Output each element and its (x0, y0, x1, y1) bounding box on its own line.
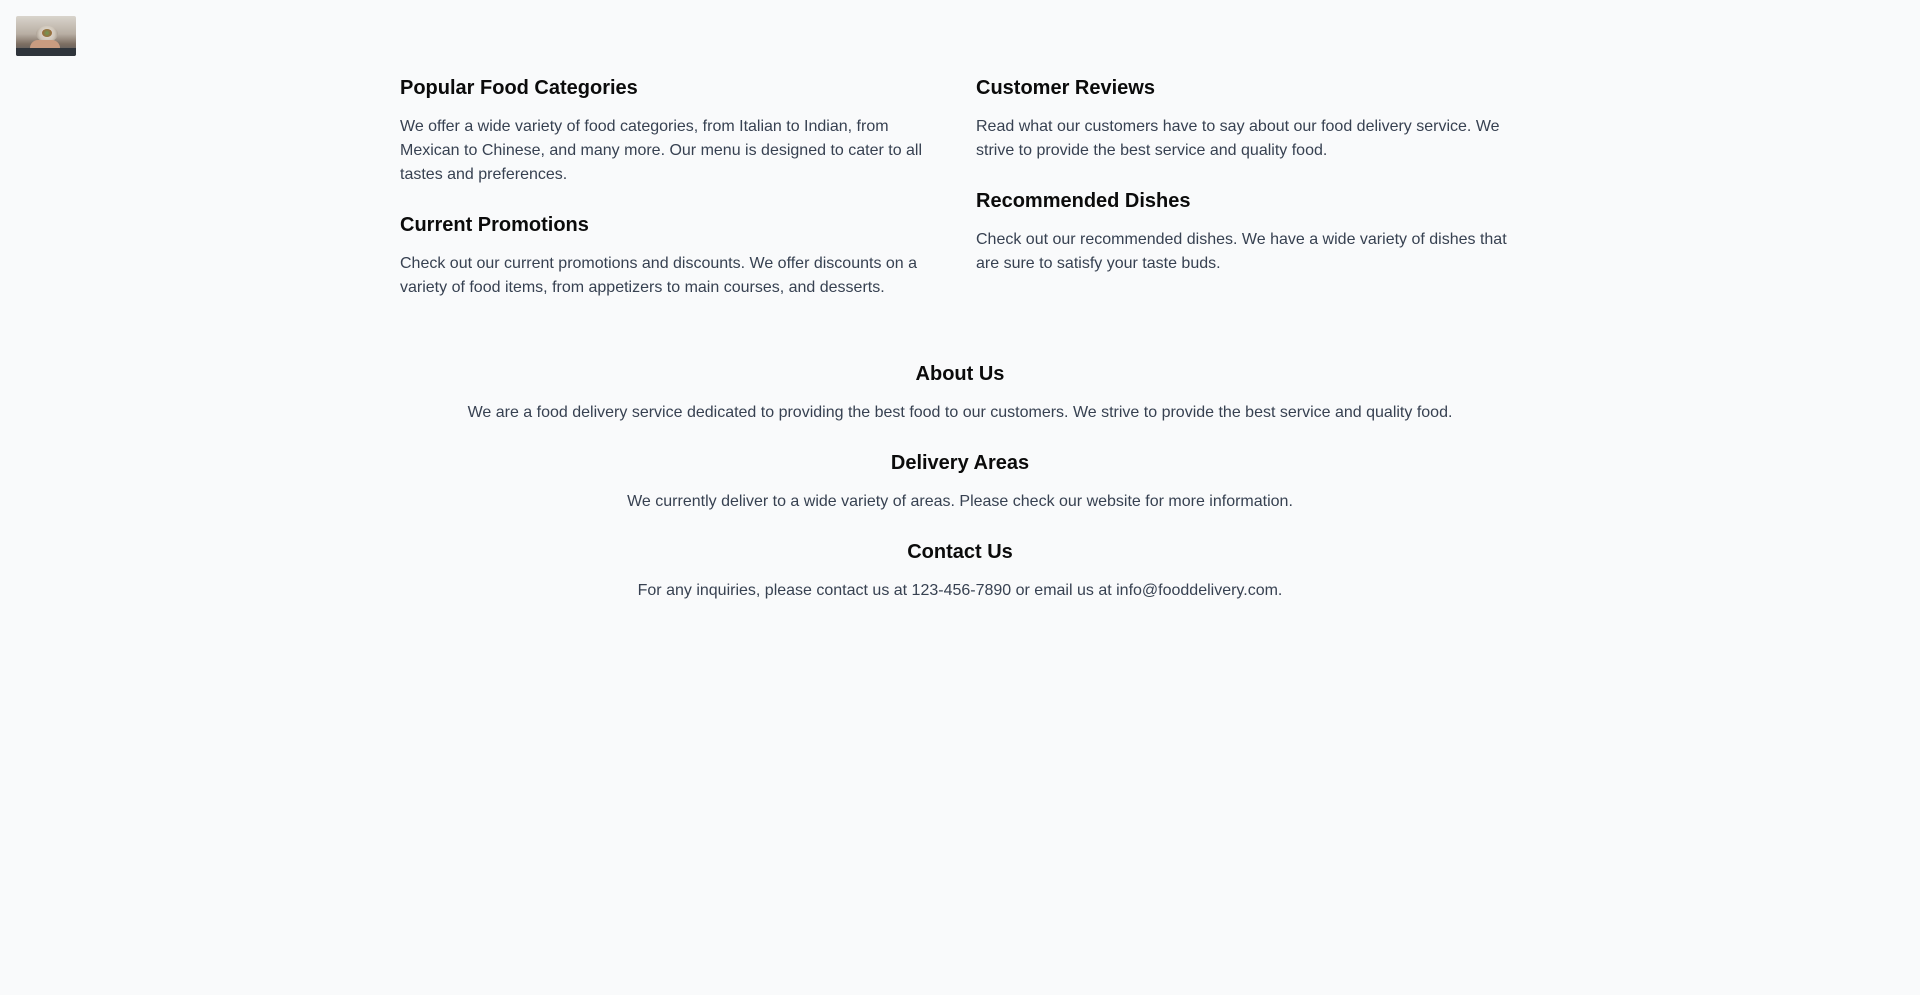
customer-reviews-section: Customer Reviews Read what our customers… (976, 74, 1512, 163)
section-title: Current Promotions (400, 214, 589, 236)
current-promotions-section: Current Promotions Check out our current… (400, 211, 936, 300)
logo-base-graphic (16, 48, 76, 56)
section-title: Delivery Areas (890, 452, 1030, 474)
recommended-dishes-section: Recommended Dishes Check out our recomme… (976, 187, 1512, 276)
section-text: We currently deliver to a wide variety o… (627, 493, 1293, 510)
info-blocks: About Us We are a food delivery service … (400, 360, 1520, 603)
section-text: Read what our customers have to say abou… (976, 118, 1500, 159)
section-title: Recommended Dishes (976, 190, 1191, 212)
section-text: We offer a wide variety of food categori… (400, 118, 923, 183)
section-title: Customer Reviews (976, 77, 1155, 99)
section-text: We are a food delivery service dedicated… (467, 404, 1453, 421)
main-content: Popular Food Categories We offer a wide … (400, 74, 1520, 627)
food-graphic (42, 29, 52, 37)
popular-food-categories-section: Popular Food Categories We offer a wide … (400, 74, 936, 187)
contact-text: For any inquiries, please contact us at … (637, 582, 1283, 599)
about-us-section: About Us We are a food delivery service … (400, 360, 1520, 425)
right-column: Customer Reviews Read what our customers… (976, 74, 1512, 324)
section-text: Check out our recommended dishes. We hav… (976, 231, 1507, 272)
left-column: Popular Food Categories We offer a wide … (400, 74, 936, 324)
logo-image[interactable] (16, 16, 76, 56)
section-title: Popular Food Categories (400, 77, 638, 99)
section-title: Contact Us (907, 541, 1013, 563)
section-text: Check out our current promotions and dis… (400, 255, 918, 296)
feature-grid: Popular Food Categories We offer a wide … (400, 74, 1520, 324)
section-title: About Us (915, 363, 1005, 385)
contact-us-section: Contact Us For any inquiries, please con… (400, 538, 1520, 603)
delivery-areas-section: Delivery Areas We currently deliver to a… (400, 449, 1520, 514)
